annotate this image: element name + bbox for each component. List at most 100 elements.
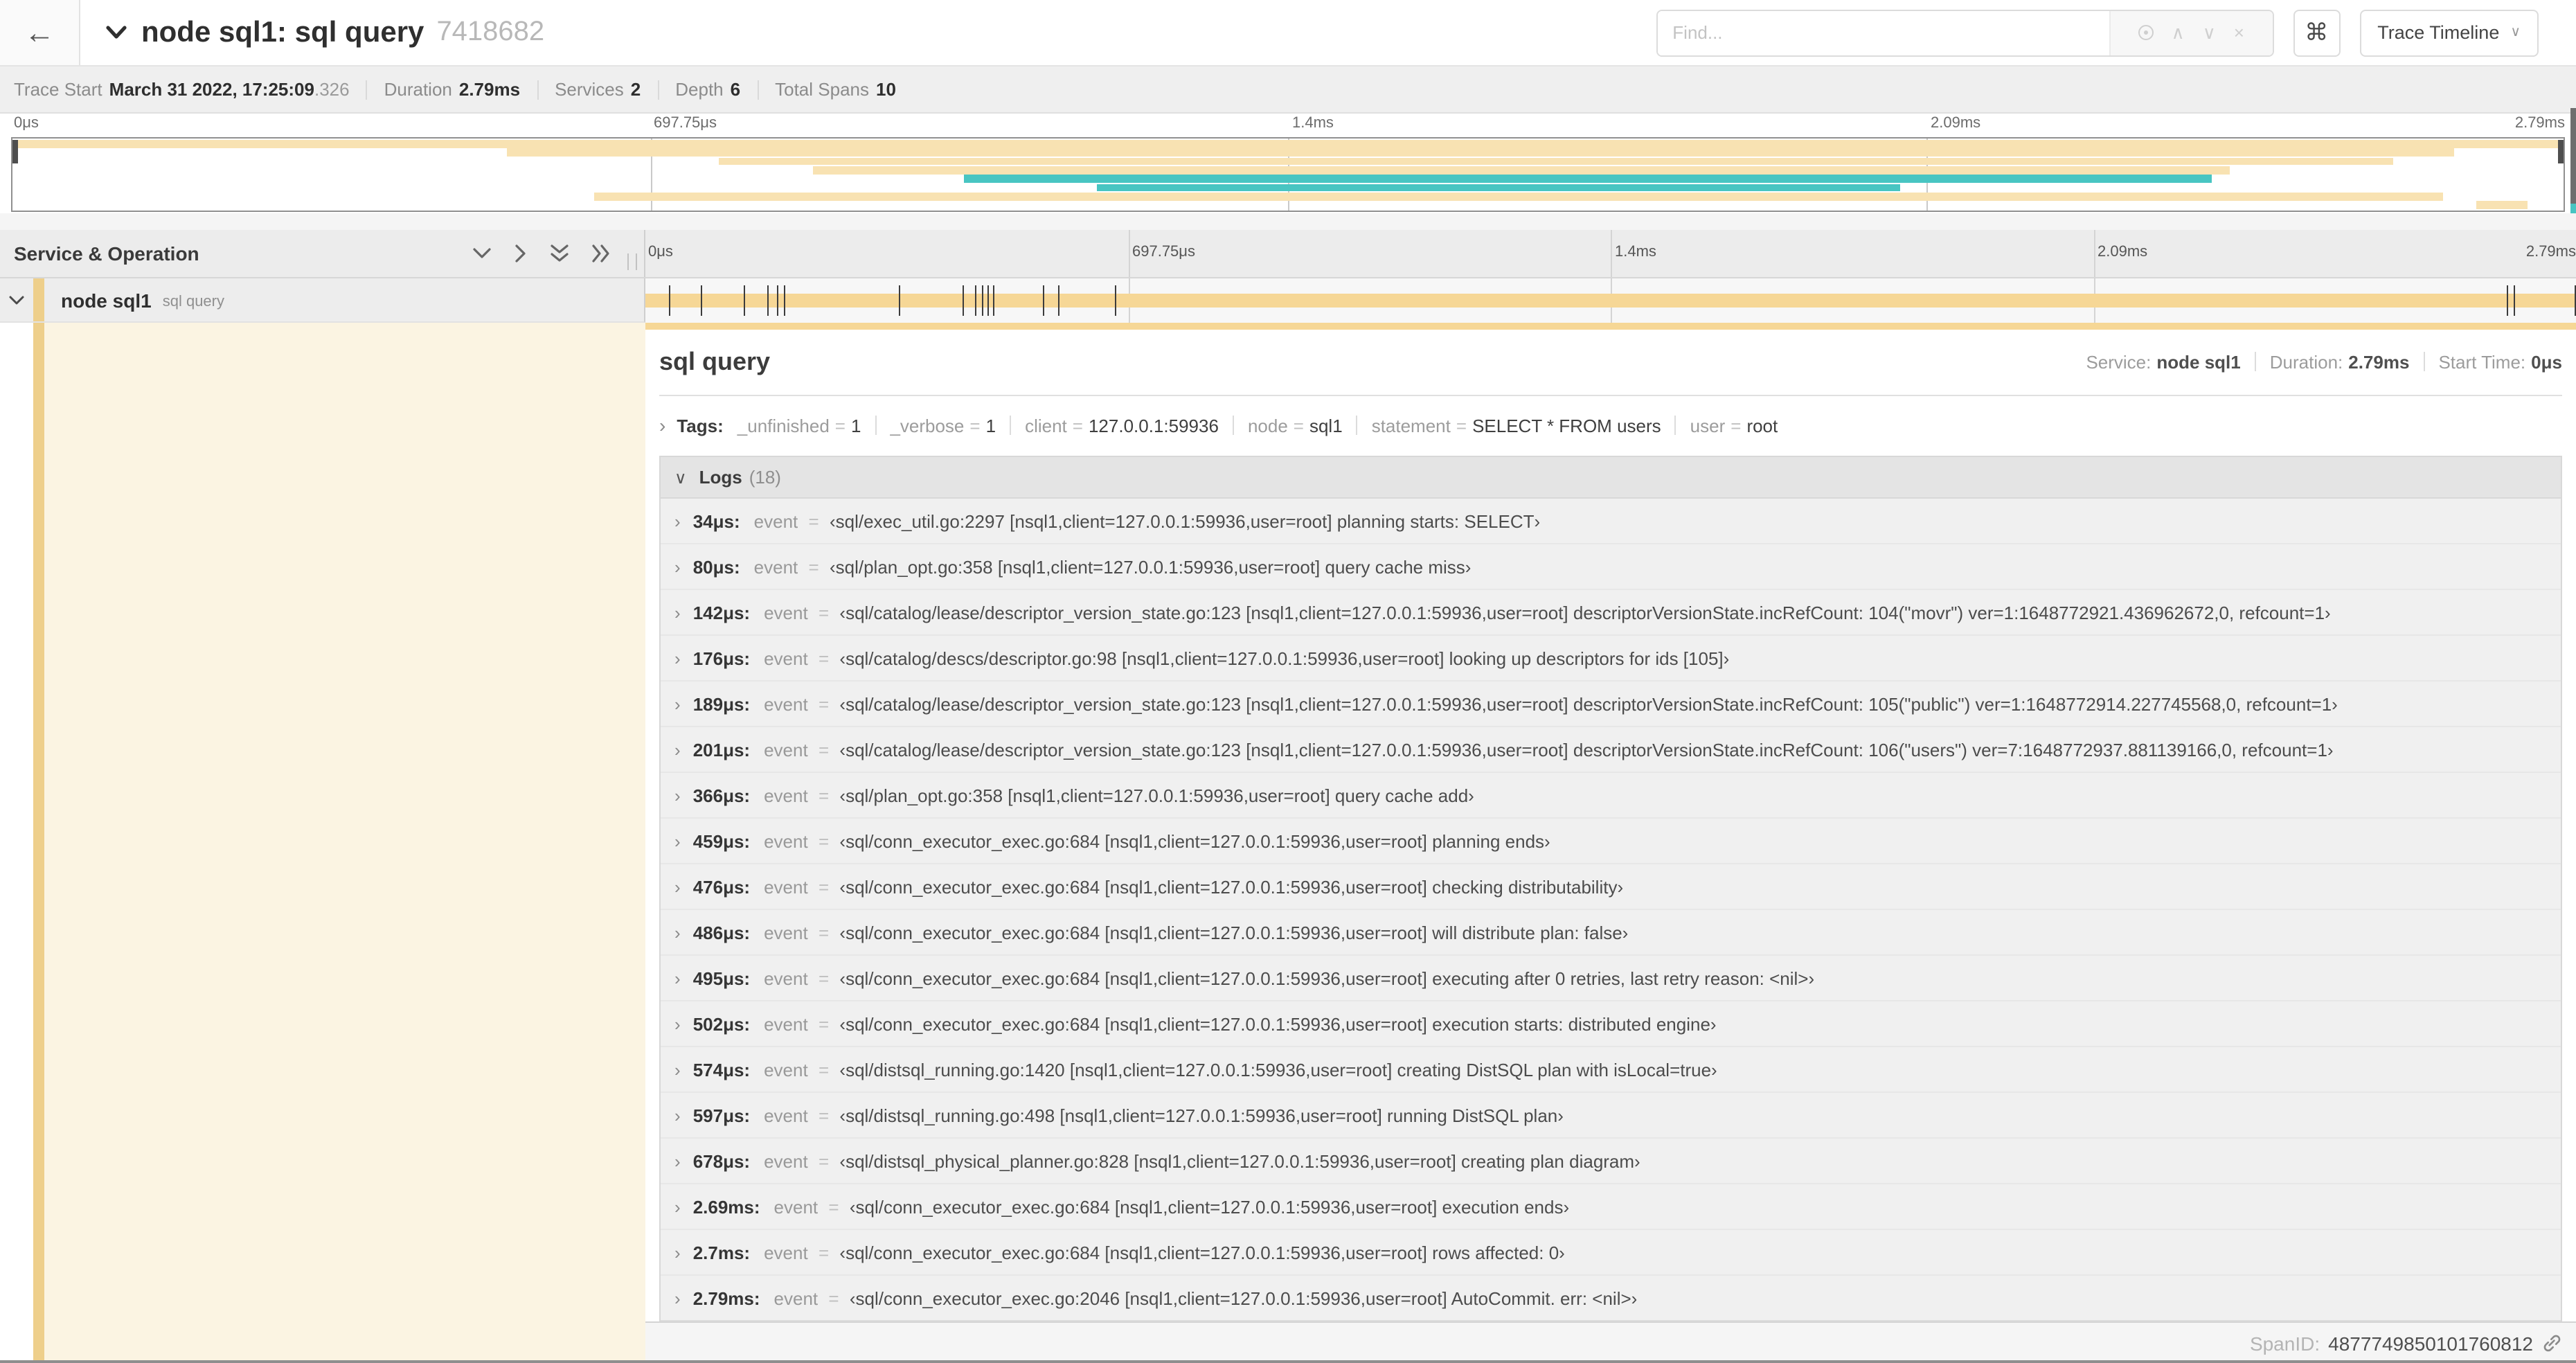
- double-chevron-down-icon[interactable]: [550, 244, 569, 263]
- log-row[interactable]: › 366μs: event = ‹sql/plan_opt.go:358 [n…: [661, 772, 2561, 817]
- find-prev-icon[interactable]: ∧: [2172, 24, 2185, 42]
- minimap-tick-labels: 0μs 697.75μs 1.4ms 2.09ms 2.79ms: [11, 114, 2565, 137]
- log-row[interactable]: › 678μs: event = ‹sql/distsql_physical_p…: [661, 1137, 2561, 1183]
- link-icon[interactable]: [2541, 1333, 2562, 1353]
- focus-target-icon[interactable]: [2138, 25, 2154, 40]
- top-bar: ← node sql1: sql query 7418682 ∧ ∨ × ⌘: [0, 0, 2576, 66]
- minimap-tick-label: 2.79ms: [2514, 115, 2565, 132]
- chevron-right-icon: ›: [674, 923, 681, 943]
- log-value: ‹sql/distsql_running.go:1420 [nsql1,clie…: [839, 1060, 1717, 1080]
- logs-header[interactable]: ∨ Logs (18): [661, 457, 2561, 499]
- detail-divider: [659, 395, 2562, 396]
- trace-timeline-page: ← node sql1: sql query 7418682 ∧ ∨ × ⌘: [0, 0, 2576, 1363]
- tag-value: 1: [850, 415, 861, 436]
- scrollbar-thumb[interactable]: [2570, 108, 2576, 211]
- log-marker-tick: [974, 285, 976, 316]
- log-row[interactable]: › 2.7ms: event = ‹sql/conn_executor_exec…: [661, 1229, 2561, 1274]
- log-marker-tick: [1042, 285, 1044, 316]
- log-text: event = ‹sql/distsql_running.go:1420 [ns…: [764, 1060, 1717, 1080]
- log-text: event = ‹sql/conn_executor_exec.go:684 […: [764, 1242, 1565, 1263]
- log-equals: =: [818, 877, 830, 898]
- log-row[interactable]: › 2.69ms: event = ‹sql/conn_executor_exe…: [661, 1183, 2561, 1229]
- span-detail-panel: sql query Service: node sql1 Duration: 2.79…: [645, 323, 2576, 1363]
- log-row[interactable]: › 597μs: event = ‹sql/distsql_running.go…: [661, 1092, 2561, 1137]
- chevron-right-icon: ›: [674, 1242, 681, 1263]
- log-text: event = ‹sql/conn_executor_exec.go:684 […: [764, 877, 1623, 898]
- log-row[interactable]: › 476μs: event = ‹sql/conn_executor_exec…: [661, 863, 2561, 909]
- log-field-name: event: [753, 557, 798, 578]
- log-row[interactable]: › 574μs: event = ‹sql/distsql_running.go…: [661, 1046, 2561, 1092]
- minimap-tick-label: 697.75μs: [654, 115, 717, 132]
- back-button[interactable]: ←: [0, 0, 80, 65]
- ruler-labels: 0μs 697.75μs 1.4ms 2.09ms 2.79ms: [645, 242, 2576, 265]
- log-row[interactable]: › 189μs: event = ‹sql/catalog/lease/desc…: [661, 680, 2561, 726]
- minimap-left-handle[interactable]: [12, 140, 18, 163]
- trace-view-select[interactable]: Trace Timeline ∨: [2359, 9, 2539, 56]
- log-row[interactable]: › 486μs: event = ‹sql/conn_executor_exec…: [661, 909, 2561, 954]
- log-equals: =: [818, 923, 830, 943]
- log-row[interactable]: › 176μs: event = ‹sql/catalog/descs/desc…: [661, 634, 2561, 680]
- minimap-span: [1096, 184, 1901, 192]
- back-arrow-icon: ←: [24, 15, 55, 49]
- keyboard-shortcuts-button[interactable]: ⌘: [2293, 9, 2341, 56]
- span-accent-bar: [645, 323, 2576, 330]
- log-text: event = ‹sql/plan_opt.go:358 [nsql1,clie…: [764, 785, 1474, 806]
- double-chevron-right-icon[interactable]: [591, 244, 611, 263]
- chevron-right-icon: ›: [674, 1060, 681, 1080]
- log-timestamp: 495μs:: [692, 968, 751, 989]
- span-row-name-cell[interactable]: node sql1 sql query: [0, 278, 645, 323]
- chevron-right-icon[interactable]: [514, 244, 528, 263]
- find-next-icon[interactable]: ∨: [2203, 24, 2216, 42]
- tag-equals: =: [969, 415, 981, 436]
- tag-value: 127.0.0.1:59936: [1088, 415, 1219, 436]
- find-input[interactable]: [1657, 10, 2109, 55]
- chevron-right-icon: ›: [674, 1105, 681, 1126]
- timeline-header-row: Service & Operation 0μs 697.75μs 1.4ms 2…: [0, 230, 2576, 278]
- log-marker-tick: [784, 285, 786, 316]
- chevron-right-icon: ›: [674, 740, 681, 760]
- summary-value: node sql1: [2156, 351, 2241, 372]
- find-clear-icon[interactable]: ×: [2234, 24, 2244, 42]
- ruler-tick-label: 697.75μs: [1132, 244, 1195, 260]
- log-marker-layer: [645, 285, 2576, 316]
- log-row[interactable]: › 34μs: event = ‹sql/exec_util.go:2297 […: [661, 499, 2561, 543]
- log-row[interactable]: › 80μs: event = ‹sql/plan_opt.go:358 [ns…: [661, 543, 2561, 589]
- chevron-right-icon: ›: [674, 968, 681, 989]
- info-value: 2.79ms: [458, 79, 521, 100]
- chevron-right-icon: ›: [674, 557, 681, 578]
- minimap-canvas[interactable]: [11, 137, 2565, 212]
- log-timestamp: 2.79ms:: [692, 1288, 760, 1309]
- log-text: event = ‹sql/distsql_running.go:498 [nsq…: [764, 1105, 1564, 1126]
- log-row[interactable]: › 201μs: event = ‹sql/catalog/lease/desc…: [661, 726, 2561, 772]
- log-row[interactable]: › 2.79ms: event = ‹sql/conn_executor_exe…: [661, 1274, 2561, 1320]
- minimap-right-handle[interactable]: [2558, 140, 2564, 163]
- ruler-tick-label: 2.09ms: [2098, 244, 2148, 260]
- log-marker-tick: [669, 285, 670, 316]
- tag-key: _unfinished: [737, 415, 830, 436]
- span-row-bar-cell[interactable]: [645, 278, 2576, 323]
- log-field-name: event: [773, 1288, 819, 1309]
- title-chevron-down-icon[interactable]: [105, 25, 127, 40]
- log-row[interactable]: › 502μs: event = ‹sql/conn_executor_exec…: [661, 1000, 2561, 1046]
- log-row[interactable]: › 142μs: event = ‹sql/catalog/lease/desc…: [661, 589, 2561, 634]
- span-collapse-chevron-icon[interactable]: [0, 294, 33, 305]
- log-field-name: event: [764, 877, 808, 898]
- log-field-name: event: [764, 785, 808, 806]
- log-text: event = ‹sql/plan_opt.go:358 [nsql1,clie…: [754, 557, 1472, 578]
- summary-label: Service:: [2086, 351, 2152, 372]
- chevron-down-icon[interactable]: [472, 247, 492, 260]
- tag-key: _verbose: [890, 415, 965, 436]
- log-value: ‹sql/plan_opt.go:358 [nsql1,client=127.0…: [829, 557, 1472, 578]
- log-value: ‹sql/distsql_physical_planner.go:828 [ns…: [839, 1151, 1640, 1172]
- log-row[interactable]: › 459μs: event = ‹sql/conn_executor_exec…: [661, 817, 2561, 863]
- column-resize-grip[interactable]: [627, 253, 637, 270]
- log-equals: =: [818, 831, 830, 852]
- log-row[interactable]: › 495μs: event = ‹sql/conn_executor_exec…: [661, 954, 2561, 1000]
- logs-box: ∨ Logs (18) › 34μs: event = ‹sql/exec_ut…: [659, 456, 2562, 1356]
- log-value: ‹sql/distsql_running.go:498 [nsql1,clien…: [839, 1105, 1564, 1126]
- summary-value: 2.79ms: [2348, 351, 2410, 372]
- tag-item: user = root: [1690, 415, 1778, 436]
- tags-row[interactable]: › Tags: _unfinished = 1 _verbose = 1 cli…: [659, 409, 2562, 442]
- log-timestamp: 574μs:: [692, 1060, 751, 1080]
- log-marker-tick: [767, 285, 769, 316]
